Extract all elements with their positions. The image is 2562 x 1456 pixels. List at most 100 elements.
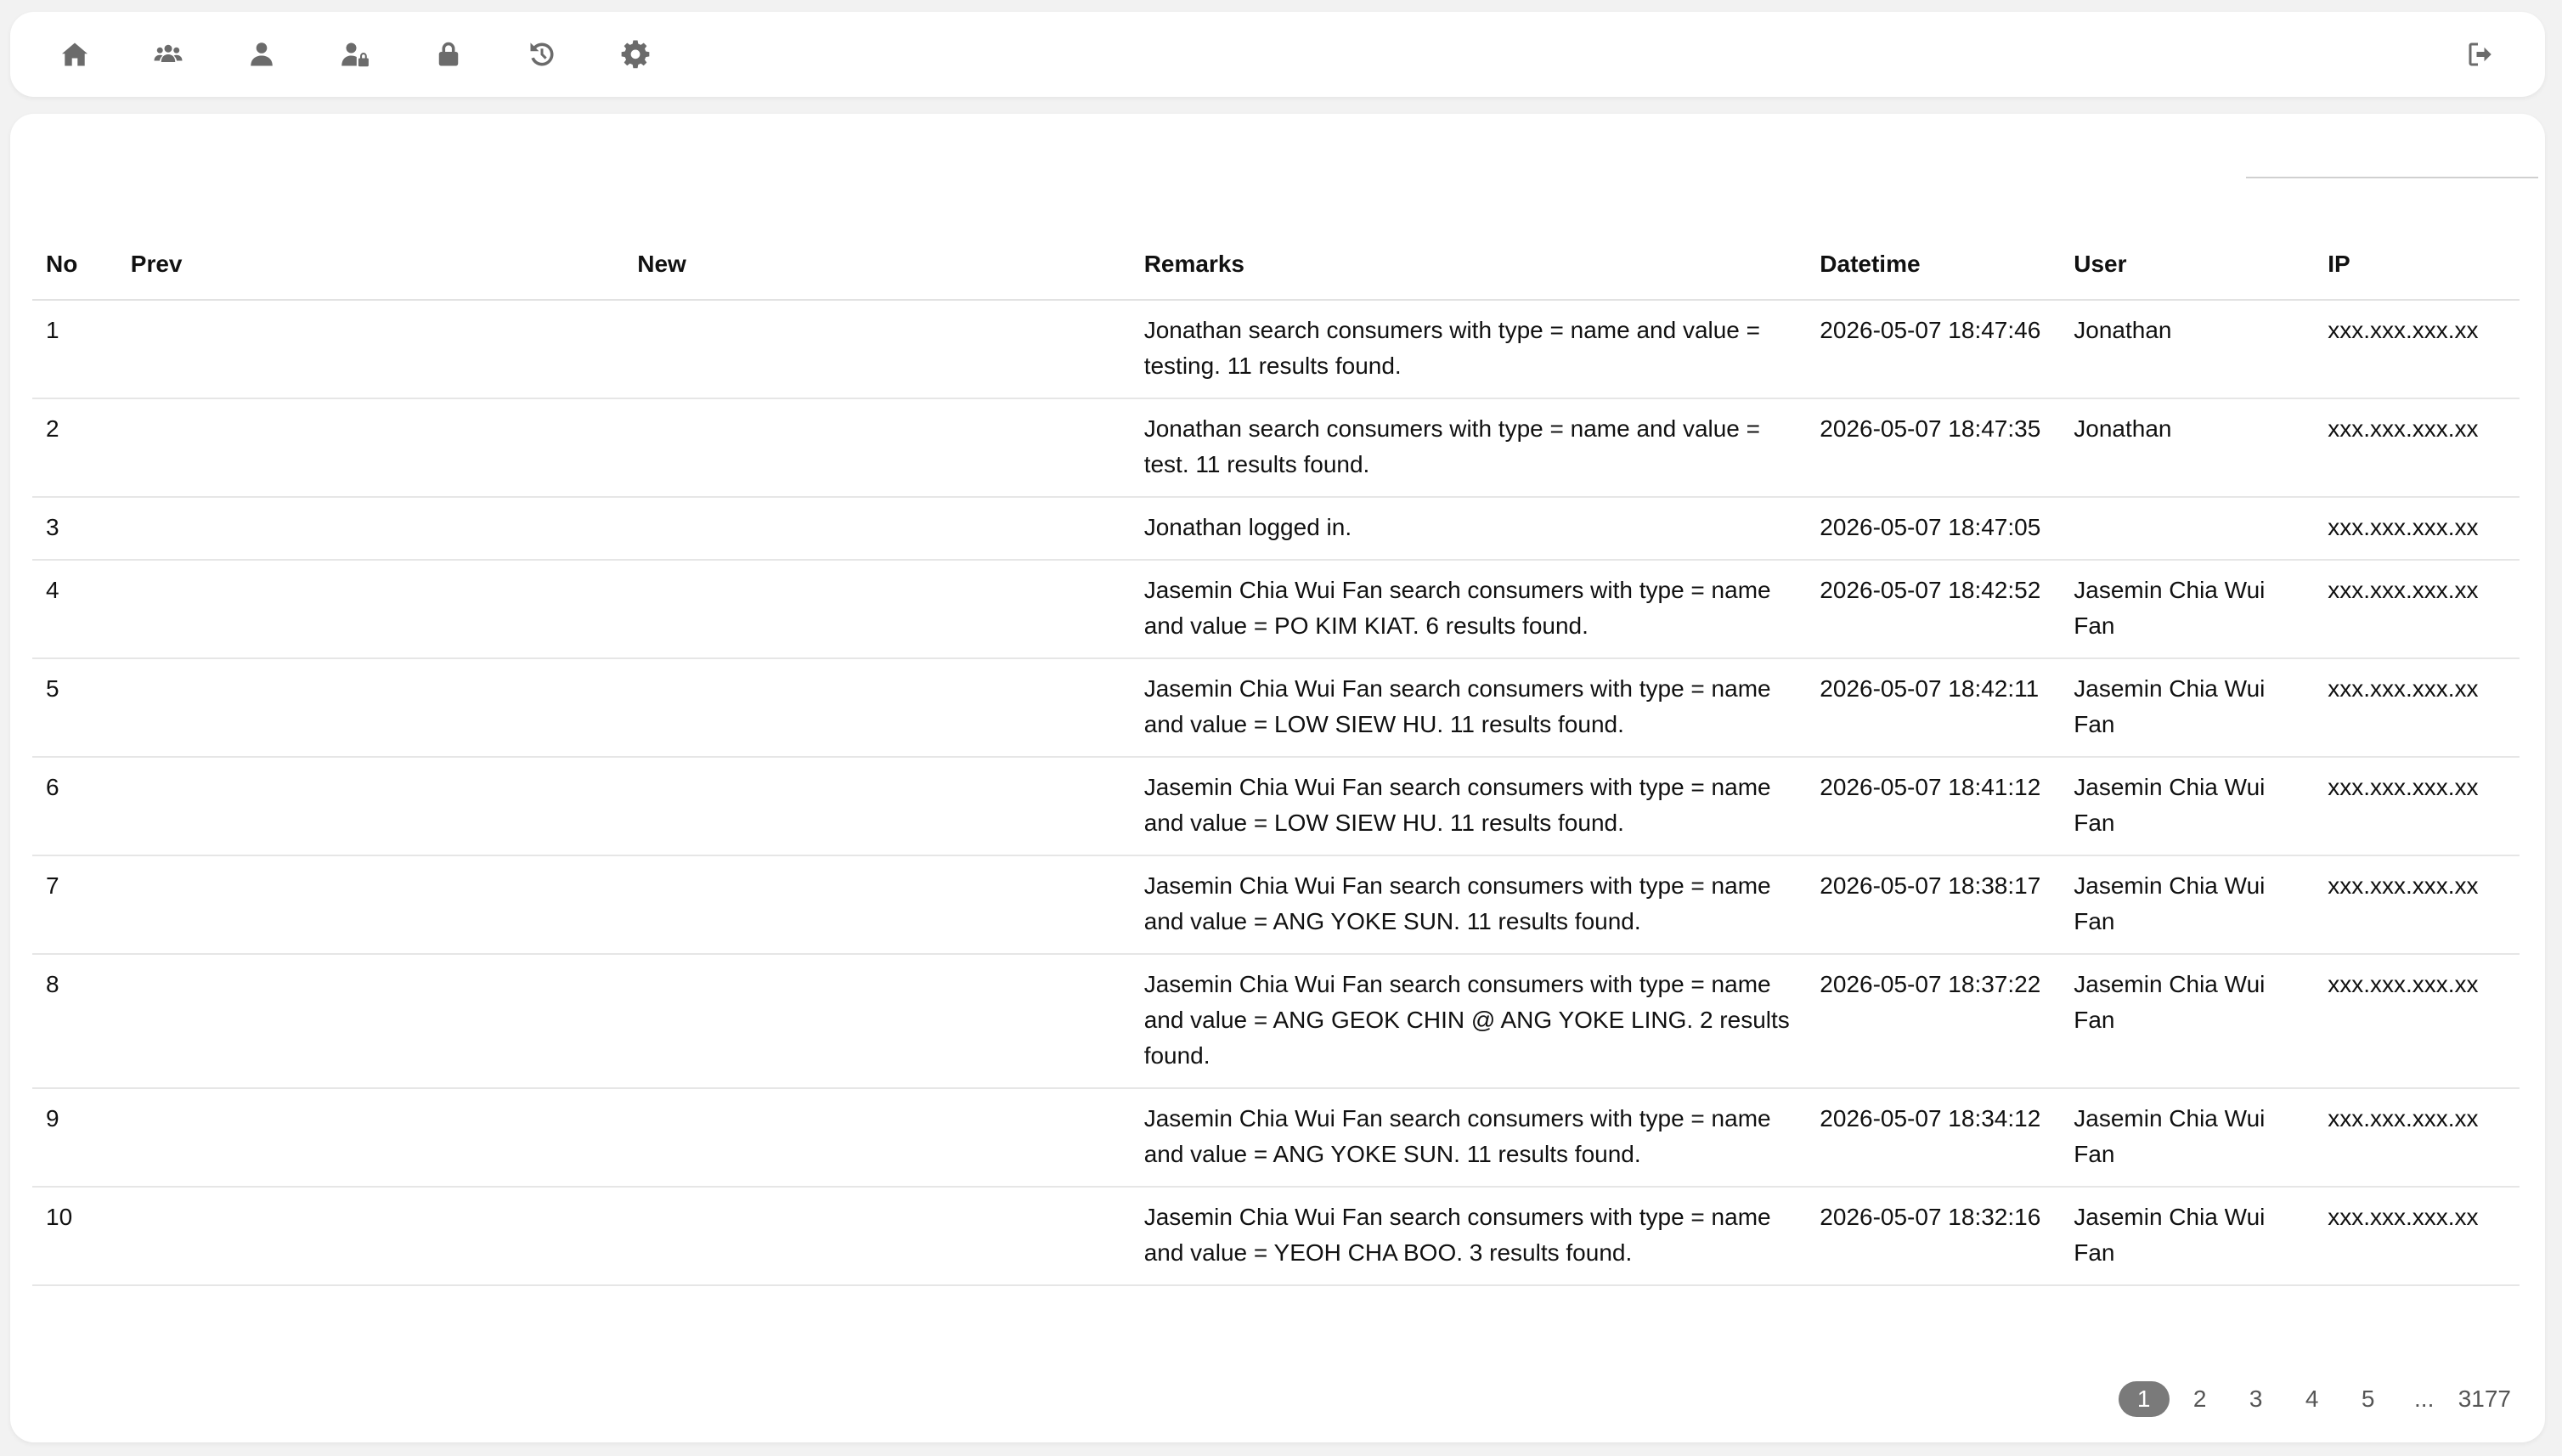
cell-datetime: 2026-05-07 18:42:52 xyxy=(1806,560,2061,659)
cell-prev xyxy=(116,658,624,758)
column-header-remarks[interactable]: Remarks xyxy=(1130,246,1807,301)
column-header-ip[interactable]: IP xyxy=(2314,246,2520,301)
table-row[interactable]: 2 Jonathan search consumers with type = … xyxy=(32,398,2520,498)
user-lock-icon[interactable] xyxy=(338,37,372,71)
page-ellipsis: ... xyxy=(2414,1385,2435,1412)
cell-user: Jasemin Chia Wui Fan xyxy=(2060,757,2315,856)
cell-prev xyxy=(116,560,624,659)
cell-remarks: Jasemin Chia Wui Fan search consumers wi… xyxy=(1130,1088,1807,1188)
column-header-no[interactable]: No xyxy=(32,246,117,301)
cell-no: 2 xyxy=(32,398,117,498)
cell-ip: xxx.xxx.xxx.xx xyxy=(2314,398,2520,498)
page-button-last[interactable]: 3177 xyxy=(2455,1381,2514,1417)
cell-ip: xxx.xxx.xxx.xx xyxy=(2314,300,2520,399)
cell-new xyxy=(624,398,1131,498)
cell-new xyxy=(624,954,1131,1089)
table-row[interactable]: 5 Jasemin Chia Wui Fan search consumers … xyxy=(32,658,2520,758)
page-button-5[interactable]: 5 xyxy=(2343,1381,2394,1417)
cell-new xyxy=(624,1187,1131,1286)
home-icon[interactable] xyxy=(58,37,92,71)
table-row[interactable]: 9 Jasemin Chia Wui Fan search consumers … xyxy=(32,1088,2520,1188)
cell-remarks: Jasemin Chia Wui Fan search consumers wi… xyxy=(1130,560,1807,659)
cell-new xyxy=(624,497,1131,561)
cell-datetime: 2026-05-07 18:34:12 xyxy=(1806,1088,2061,1188)
search-input[interactable] xyxy=(2246,144,2538,178)
table-row[interactable]: 10 Jasemin Chia Wui Fan search consumers… xyxy=(32,1187,2520,1286)
cell-datetime: 2026-05-07 18:47:35 xyxy=(1806,398,2061,498)
cell-no: 6 xyxy=(32,757,117,856)
table-row[interactable]: 4 Jasemin Chia Wui Fan search consumers … xyxy=(32,560,2520,659)
column-header-datetime[interactable]: Datetime xyxy=(1806,246,2061,301)
cell-no: 4 xyxy=(32,560,117,659)
cell-remarks: Jasemin Chia Wui Fan search consumers wi… xyxy=(1130,855,1807,955)
cell-user: Jasemin Chia Wui Fan xyxy=(2060,560,2315,659)
cell-no: 3 xyxy=(32,497,117,561)
cell-user: Jonathan xyxy=(2060,300,2315,399)
column-header-new[interactable]: New xyxy=(624,246,1131,301)
cell-new xyxy=(624,560,1131,659)
cell-remarks: Jonathan logged in. xyxy=(1130,497,1807,561)
cell-user xyxy=(2060,497,2315,561)
cell-datetime: 2026-05-07 18:42:11 xyxy=(1806,658,2061,758)
cell-user: Jasemin Chia Wui Fan xyxy=(2060,1187,2315,1286)
top-navigation-bar xyxy=(10,12,2545,97)
cell-prev xyxy=(116,398,624,498)
cell-prev xyxy=(116,954,624,1089)
cell-no: 1 xyxy=(32,300,117,399)
cell-new xyxy=(624,757,1131,856)
user-icon[interactable] xyxy=(245,37,279,71)
cell-prev xyxy=(116,1187,624,1286)
page-button-3[interactable]: 3 xyxy=(2231,1381,2282,1417)
pagination: 1 2 3 4 5 ... 3177 xyxy=(2113,1381,2514,1417)
lock-icon[interactable] xyxy=(432,37,466,71)
cell-prev xyxy=(116,757,624,856)
table-header-row: No Prev New Remarks Datetime User IP xyxy=(32,246,2520,301)
cell-prev xyxy=(116,855,624,955)
table-row[interactable]: 1 Jonathan search consumers with type = … xyxy=(32,300,2520,399)
cell-remarks: Jasemin Chia Wui Fan search consumers wi… xyxy=(1130,658,1807,758)
cell-ip: xxx.xxx.xxx.xx xyxy=(2314,497,2520,561)
cell-ip: xxx.xxx.xxx.xx xyxy=(2314,658,2520,758)
logout-icon[interactable] xyxy=(2463,37,2497,71)
cell-new xyxy=(624,855,1131,955)
audit-log-table: No Prev New Remarks Datetime User IP 1 J… xyxy=(32,246,2520,1286)
column-header-user[interactable]: User xyxy=(2060,246,2315,301)
table-row[interactable]: 6 Jasemin Chia Wui Fan search consumers … xyxy=(32,757,2520,856)
cell-ip: xxx.xxx.xxx.xx xyxy=(2314,1088,2520,1188)
cell-no: 9 xyxy=(32,1088,117,1188)
cell-prev xyxy=(116,497,624,561)
cell-new xyxy=(624,658,1131,758)
table-row[interactable]: 3 Jonathan logged in. 2026-05-07 18:47:0… xyxy=(32,497,2520,561)
column-header-prev[interactable]: Prev xyxy=(116,246,624,301)
cell-no: 7 xyxy=(32,855,117,955)
cell-prev xyxy=(116,1088,624,1188)
cell-user: Jasemin Chia Wui Fan xyxy=(2060,954,2315,1089)
page-button-4[interactable]: 4 xyxy=(2287,1381,2338,1417)
cell-no: 10 xyxy=(32,1187,117,1286)
users-group-icon[interactable] xyxy=(151,37,185,71)
cell-datetime: 2026-05-07 18:32:16 xyxy=(1806,1187,2061,1286)
table-row[interactable]: 8 Jasemin Chia Wui Fan search consumers … xyxy=(32,954,2520,1089)
cell-datetime: 2026-05-07 18:41:12 xyxy=(1806,757,2061,856)
cell-no: 8 xyxy=(32,954,117,1089)
cell-datetime: 2026-05-07 18:47:46 xyxy=(1806,300,2061,399)
page-button-2[interactable]: 2 xyxy=(2175,1381,2226,1417)
cell-remarks: Jonathan search consumers with type = na… xyxy=(1130,398,1807,498)
cell-remarks: Jonathan search consumers with type = na… xyxy=(1130,300,1807,399)
gear-icon[interactable] xyxy=(618,37,652,71)
cell-user: Jasemin Chia Wui Fan xyxy=(2060,658,2315,758)
cell-new xyxy=(624,300,1131,399)
page-button-1[interactable]: 1 xyxy=(2118,1381,2170,1417)
cell-user: Jasemin Chia Wui Fan xyxy=(2060,855,2315,955)
cell-datetime: 2026-05-07 18:38:17 xyxy=(1806,855,2061,955)
cell-ip: xxx.xxx.xxx.xx xyxy=(2314,757,2520,856)
cell-remarks: Jasemin Chia Wui Fan search consumers wi… xyxy=(1130,1187,1807,1286)
table-row[interactable]: 7 Jasemin Chia Wui Fan search consumers … xyxy=(32,855,2520,955)
history-icon[interactable] xyxy=(525,37,559,71)
cell-remarks: Jasemin Chia Wui Fan search consumers wi… xyxy=(1130,757,1807,856)
cell-user: Jonathan xyxy=(2060,398,2315,498)
cell-prev xyxy=(116,300,624,399)
cell-datetime: 2026-05-07 18:47:05 xyxy=(1806,497,2061,561)
cell-ip: xxx.xxx.xxx.xx xyxy=(2314,855,2520,955)
cell-ip: xxx.xxx.xxx.xx xyxy=(2314,1187,2520,1286)
